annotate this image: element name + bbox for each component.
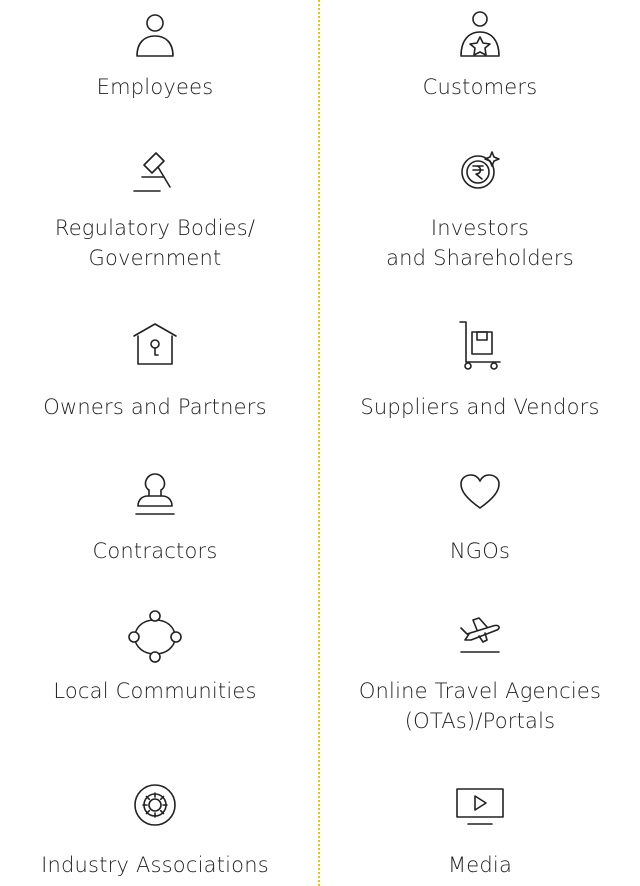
gavel-icon	[130, 147, 180, 193]
stakeholder-label: Customers	[422, 75, 538, 99]
trolley-box-icon	[456, 320, 504, 370]
airplane-icon	[455, 612, 505, 658]
stakeholder-industry-associations: Industry Associations	[5, 780, 305, 880]
gear-network-icon	[129, 780, 181, 830]
rupee-investment-icon	[456, 148, 504, 192]
stakeholder-owners-partners: Owners and Partners	[5, 320, 305, 420]
stakeholder-label: Media	[447, 853, 513, 877]
stakeholder-otas: Online Travel Agencies (OTAs)/Portals	[330, 612, 630, 747]
stakeholder-label: Suppliers and Vendors	[360, 395, 600, 419]
stakeholder-label: NGOs	[449, 539, 511, 563]
stakeholder-label: Regulatory Bodies/ Government	[54, 216, 256, 270]
stakeholder-regulatory-bodies: Regulatory Bodies/ Government	[5, 145, 305, 280]
stakeholder-label: Investors and Shareholders	[386, 216, 574, 270]
stakeholder-investors: Investors and Shareholders	[330, 148, 630, 283]
stakeholder-ngos: NGOs	[330, 472, 630, 572]
customer-star-icon	[457, 10, 503, 62]
stakeholder-label: Employees	[96, 75, 214, 99]
column-divider	[318, 0, 320, 886]
stamp-icon	[132, 468, 178, 518]
stakeholder-contractors: Contractors	[5, 468, 305, 568]
stakeholder-label: Local Communities	[53, 679, 257, 703]
stakeholder-local-communities: Local Communities	[5, 608, 305, 718]
video-play-icon	[454, 786, 506, 828]
stakeholder-employees: Employees	[5, 10, 305, 110]
stakeholder-label: Owners and Partners	[43, 395, 267, 419]
stakeholder-media: Media	[330, 786, 630, 881]
community-network-icon	[126, 608, 184, 666]
stakeholder-label: Online Travel Agencies (OTAs)/Portals	[358, 679, 602, 733]
stakeholder-label: Industry Associations	[41, 853, 269, 877]
person-icon	[133, 12, 177, 58]
stakeholder-label: Contractors	[92, 539, 218, 563]
heart-icon	[458, 472, 502, 512]
stakeholder-suppliers-vendors: Suppliers and Vendors	[330, 320, 630, 420]
stakeholder-customers: Customers	[330, 10, 630, 110]
house-key-icon	[130, 320, 180, 366]
